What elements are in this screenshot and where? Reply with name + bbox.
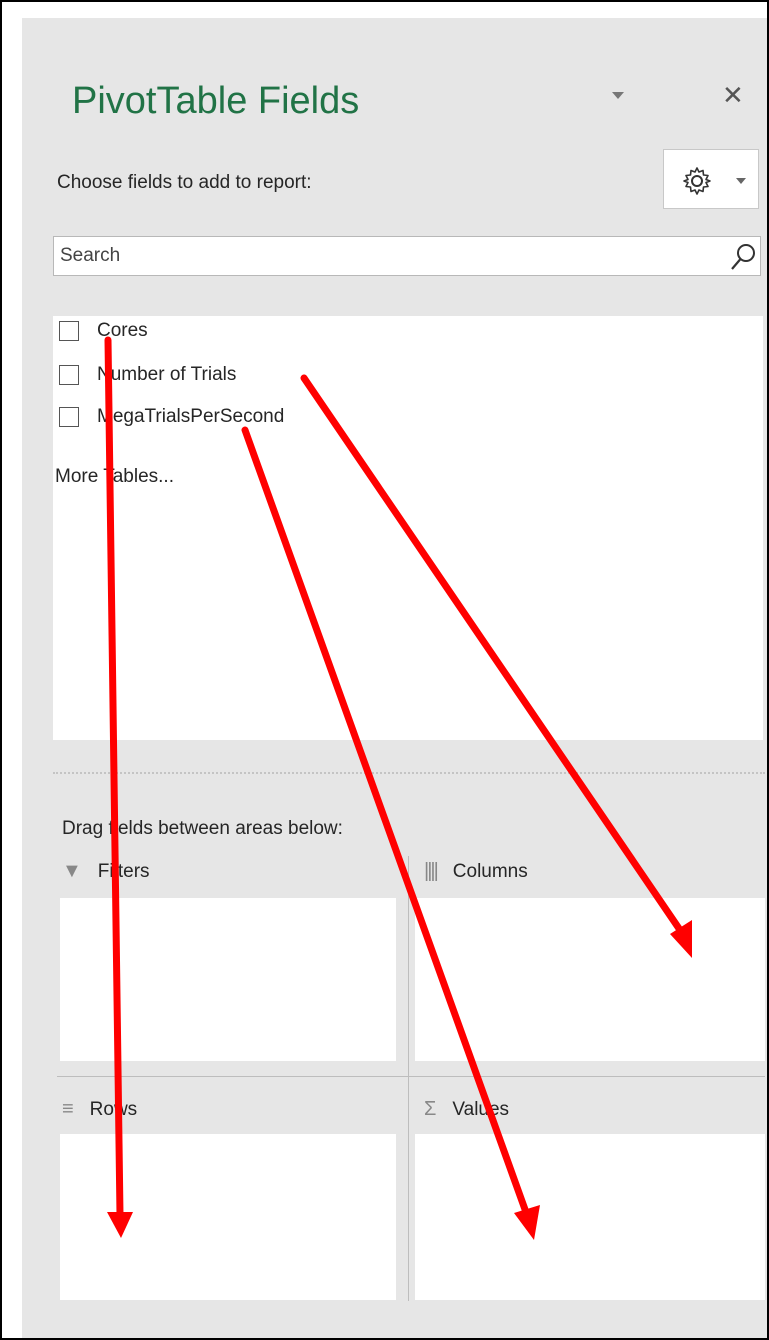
values-area-header: Σ Values (424, 1098, 509, 1121)
field-item-number-of-trials[interactable]: Number of Trials (59, 360, 236, 390)
columns-label: Columns (452, 860, 528, 882)
search-box (53, 236, 761, 276)
filters-label: Filters (97, 860, 150, 882)
field-item-cores[interactable]: Cores (59, 316, 148, 346)
gear-icon (683, 167, 711, 195)
area-horizontal-splitter (57, 1076, 765, 1077)
pane-title: PivotTable Fields (72, 80, 360, 122)
columns-icon: |||| (424, 860, 439, 882)
field-label: Cores (97, 320, 148, 341)
drag-fields-label: Drag fields between areas below: (62, 818, 343, 839)
search-icon[interactable] (728, 242, 758, 272)
tools-gear-button[interactable] (663, 149, 759, 209)
area-vertical-splitter (408, 856, 409, 1301)
field-list: Cores Number of Trials MegaTrialsPerSeco… (53, 316, 763, 740)
field-label: MegaTrialsPerSecond (97, 406, 285, 427)
filters-drop-area[interactable] (60, 898, 396, 1061)
close-pane-button[interactable]: ✕ (722, 80, 744, 110)
columns-area-header: |||| Columns (424, 860, 528, 883)
field-label: Number of Trials (97, 364, 237, 385)
more-tables-link[interactable]: More Tables... (55, 466, 174, 488)
values-label: Values (452, 1098, 510, 1120)
field-checkbox[interactable] (59, 365, 79, 385)
rows-label: Rows (89, 1098, 138, 1120)
choose-fields-label: Choose fields to add to report: (57, 172, 312, 193)
filters-area-header: ▼ Filters (62, 860, 150, 883)
field-checkbox[interactable] (59, 407, 79, 427)
search-input[interactable] (54, 237, 720, 275)
values-drop-area[interactable] (415, 1134, 765, 1300)
filter-icon: ▼ (62, 860, 82, 882)
rows-icon: ≡ (62, 1098, 74, 1120)
sigma-icon: Σ (424, 1098, 437, 1120)
field-item-megatrialspersecond[interactable]: MegaTrialsPerSecond (59, 402, 284, 432)
rows-drop-area[interactable] (60, 1134, 396, 1300)
pane-divider (53, 772, 765, 774)
field-checkbox[interactable] (59, 321, 79, 341)
chevron-down-icon (736, 178, 746, 184)
columns-drop-area[interactable] (415, 898, 765, 1061)
pane-options-dropdown-icon[interactable] (612, 92, 624, 99)
rows-area-header: ≡ Rows (62, 1098, 137, 1121)
